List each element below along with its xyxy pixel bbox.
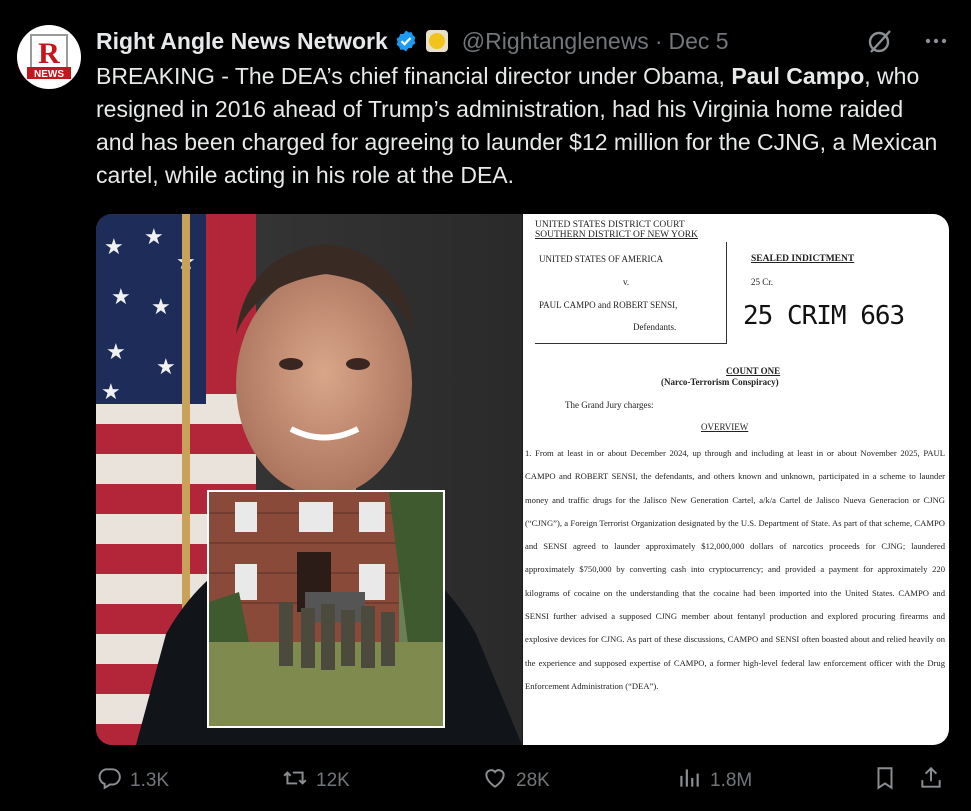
views-button[interactable]: 1.8M xyxy=(676,763,752,799)
doc-count-subtitle: (Narco-Terrorism Conspiracy) xyxy=(661,377,779,387)
reply-count: 1.3K xyxy=(130,770,170,791)
doc-defendants-label: Defendants. xyxy=(633,322,677,332)
verified-badge-icon[interactable] xyxy=(394,29,418,53)
author-handle[interactable]: @Rightanglenews xyxy=(462,28,649,55)
doc-count-one: COUNT ONE xyxy=(726,366,781,376)
doc-plaintiff: UNITED STATES OF AMERICA xyxy=(539,254,664,264)
svg-text:★: ★ xyxy=(144,225,164,250)
doc-defendant-names: PAUL CAMPO and ROBERT SENSI, xyxy=(539,300,678,310)
doc-district-line: SOUTHERN DISTRICT OF NEW YORK xyxy=(535,230,698,240)
tweet-actions: 1.3K 12K 28K 1.8M xyxy=(96,763,946,799)
svg-text:R: R xyxy=(38,37,60,70)
reply-button[interactable]: 1.3K xyxy=(96,763,169,799)
tweet-text-part: BREAKING - The DEA’s chief financial dir… xyxy=(96,63,732,89)
doc-grand-jury: The Grand Jury charges: xyxy=(565,400,654,410)
svg-text:NEWS: NEWS xyxy=(34,69,64,80)
like-button[interactable]: 28K xyxy=(482,763,550,799)
doc-overview-heading: OVERVIEW xyxy=(701,422,749,432)
svg-text:★: ★ xyxy=(111,285,131,310)
repost-icon xyxy=(282,765,316,797)
doc-cr-number: 25 Cr. xyxy=(751,277,774,287)
indictment-document: UNITED STATES DISTRICT COURT SOUTHERN DI… xyxy=(523,214,949,745)
repost-button[interactable]: 12K xyxy=(282,763,350,799)
svg-text:★: ★ xyxy=(106,340,126,365)
tweet-media[interactable]: ★★★ ★★★ ★★ xyxy=(96,214,949,745)
portrait-photo: ★★★ ★★★ ★★ xyxy=(96,214,522,745)
tweet-text: BREAKING - The DEA’s chief financial dir… xyxy=(96,60,941,192)
raid-photo xyxy=(207,490,445,728)
bookmark-icon xyxy=(872,765,898,797)
repost-count: 12K xyxy=(316,770,350,791)
tweet-header: Right Angle News Network @Rightanglenews… xyxy=(96,24,951,58)
bookmark-button[interactable] xyxy=(872,763,898,799)
more-icon[interactable] xyxy=(921,26,951,56)
display-name[interactable]: Right Angle News Network xyxy=(96,28,388,55)
tweet-date[interactable]: Dec 5 xyxy=(668,28,728,55)
doc-sealed-indictment: SEALED INDICTMENT xyxy=(751,254,855,264)
separator-dot: · xyxy=(654,27,663,54)
doc-versus: v. xyxy=(623,277,630,287)
like-icon xyxy=(482,765,516,797)
grok-icon[interactable] xyxy=(865,26,895,56)
share-icon xyxy=(918,765,944,797)
doc-paragraph: 1. From at least in or about December 20… xyxy=(525,448,945,691)
views-count: 1.8M xyxy=(710,770,753,791)
tweet-text-bold-name: Paul Campo xyxy=(731,63,865,89)
author-avatar[interactable]: R NEWS xyxy=(17,25,81,89)
svg-text:★: ★ xyxy=(101,380,121,405)
views-icon xyxy=(676,765,710,797)
svg-text:★: ★ xyxy=(104,235,124,260)
share-button[interactable] xyxy=(918,763,944,799)
like-count: 28K xyxy=(516,770,550,791)
svg-text:★: ★ xyxy=(156,355,176,380)
svg-text:★: ★ xyxy=(151,295,171,320)
gold-affiliate-badge-icon[interactable] xyxy=(425,30,448,52)
doc-crim-stamp: 25 CRIM 663 xyxy=(743,301,905,331)
reply-icon xyxy=(96,765,130,797)
